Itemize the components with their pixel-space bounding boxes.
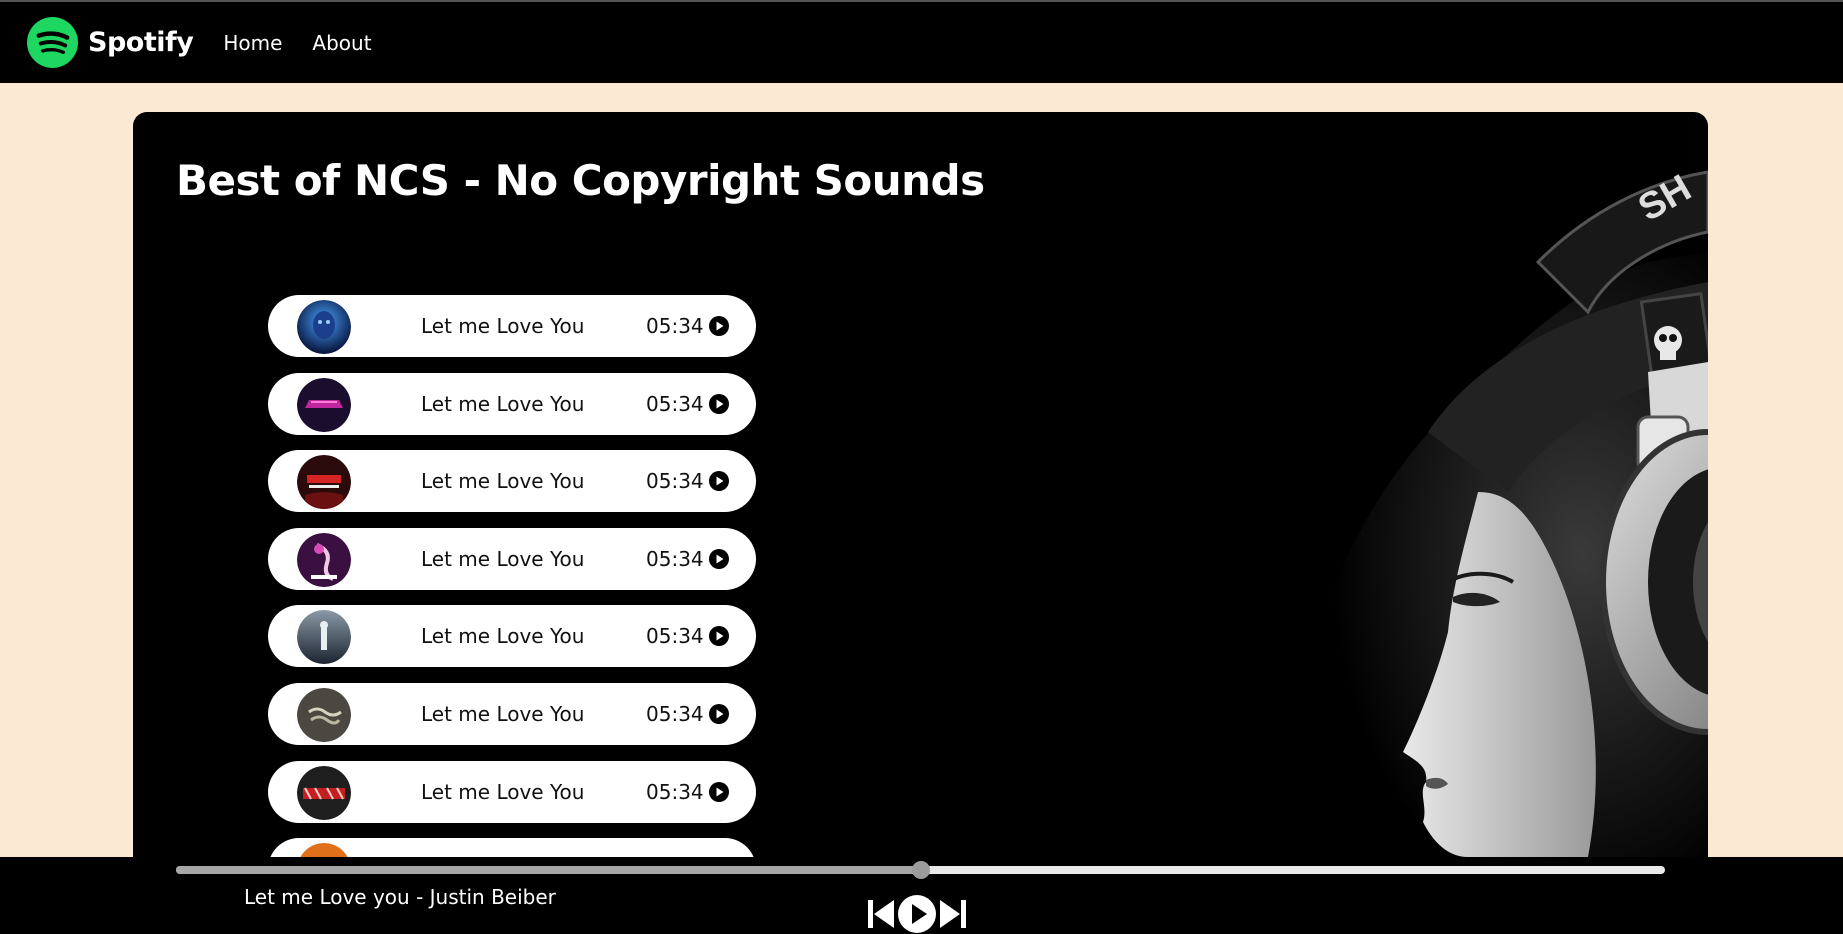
play-circle-icon[interactable] <box>708 316 729 336</box>
play-circle-icon[interactable] <box>708 393 729 414</box>
player-controls <box>868 895 966 933</box>
song-meta: 05:34 <box>646 547 729 571</box>
navbar: Spotify Home About <box>0 0 1843 83</box>
brand[interactable]: Spotify <box>27 17 194 68</box>
song-meta: 05:34 <box>646 702 729 726</box>
progress-bar[interactable] <box>176 861 1665 879</box>
play-circle-icon[interactable] <box>708 548 729 569</box>
song-item[interactable]: Let me Love You 05:34 <box>268 295 756 357</box>
skip-forward-icon[interactable] <box>939 898 966 930</box>
song-duration: 05:34 <box>646 314 704 338</box>
nav-link-home[interactable]: Home <box>223 31 282 55</box>
song-duration: 05:34 <box>646 624 704 649</box>
song-duration: 05:34 <box>646 546 704 571</box>
song-meta: 05:34 <box>646 314 729 338</box>
song-cover-image <box>297 377 351 432</box>
song-item[interactable]: Let me Love You 05:34 <box>268 450 756 513</box>
song-duration: 05:34 <box>646 779 704 804</box>
song-item[interactable]: Let me Love You 05:34 <box>268 605 756 668</box>
song-cover-image <box>297 532 351 587</box>
song-cover-image <box>300 843 348 857</box>
song-cover-image <box>297 455 351 510</box>
skip-back-icon[interactable] <box>868 898 895 930</box>
brand-name: Spotify <box>88 27 194 58</box>
song-item[interactable] <box>268 838 756 857</box>
nav-link-about[interactable]: About <box>312 31 371 55</box>
song-meta: 05:34 <box>646 392 729 416</box>
song-duration: 05:34 <box>646 469 704 494</box>
song-item[interactable]: Let me Love You 05:34 <box>268 682 756 745</box>
hero-image: SH <box>1286 167 1708 857</box>
song-name: Let me Love You <box>421 469 585 494</box>
play-icon[interactable] <box>898 895 936 933</box>
song-meta: 05:34 <box>646 469 729 493</box>
play-circle-icon[interactable] <box>708 703 729 724</box>
song-cover-image <box>297 610 351 665</box>
song-name: Let me Love You <box>421 314 585 338</box>
song-name: Let me Love You <box>421 546 585 571</box>
song-meta: 05:34 <box>646 780 729 804</box>
play-circle-icon[interactable] <box>708 781 729 802</box>
song-item[interactable]: Let me Love You 05:34 <box>268 527 756 590</box>
progress-thumb[interactable] <box>911 861 930 879</box>
song-duration: 05:34 <box>646 701 704 726</box>
song-name: Let me Love You <box>421 624 585 649</box>
play-circle-icon[interactable] <box>708 626 729 647</box>
song-cover-image <box>297 765 351 820</box>
song-list: Let me Love You 05:34 Let me Love You 05… <box>268 295 756 857</box>
song-item[interactable]: Let me Love You 05:34 <box>268 760 756 823</box>
playlist-card: Best of NCS - No Copyright Sounds SH Let… <box>133 112 1708 857</box>
song-name: Let me Love You <box>421 391 585 416</box>
player-bar: Let me Love you - Justin Beiber <box>0 857 1843 934</box>
play-circle-icon[interactable] <box>708 471 729 492</box>
song-name: Let me Love You <box>421 701 585 726</box>
song-meta: 05:34 <box>646 624 729 648</box>
page-title: Best of NCS - No Copyright Sounds <box>176 156 985 205</box>
spotify-logo-icon <box>27 17 78 68</box>
progress-fill <box>176 866 921 874</box>
now-playing-title: Let me Love you - Justin Beiber <box>244 885 556 909</box>
song-name: Let me Love You <box>421 779 585 804</box>
song-cover-image <box>297 687 351 742</box>
song-cover-image <box>297 300 351 354</box>
song-duration: 05:34 <box>646 391 704 416</box>
song-item[interactable]: Let me Love You 05:34 <box>268 372 756 435</box>
